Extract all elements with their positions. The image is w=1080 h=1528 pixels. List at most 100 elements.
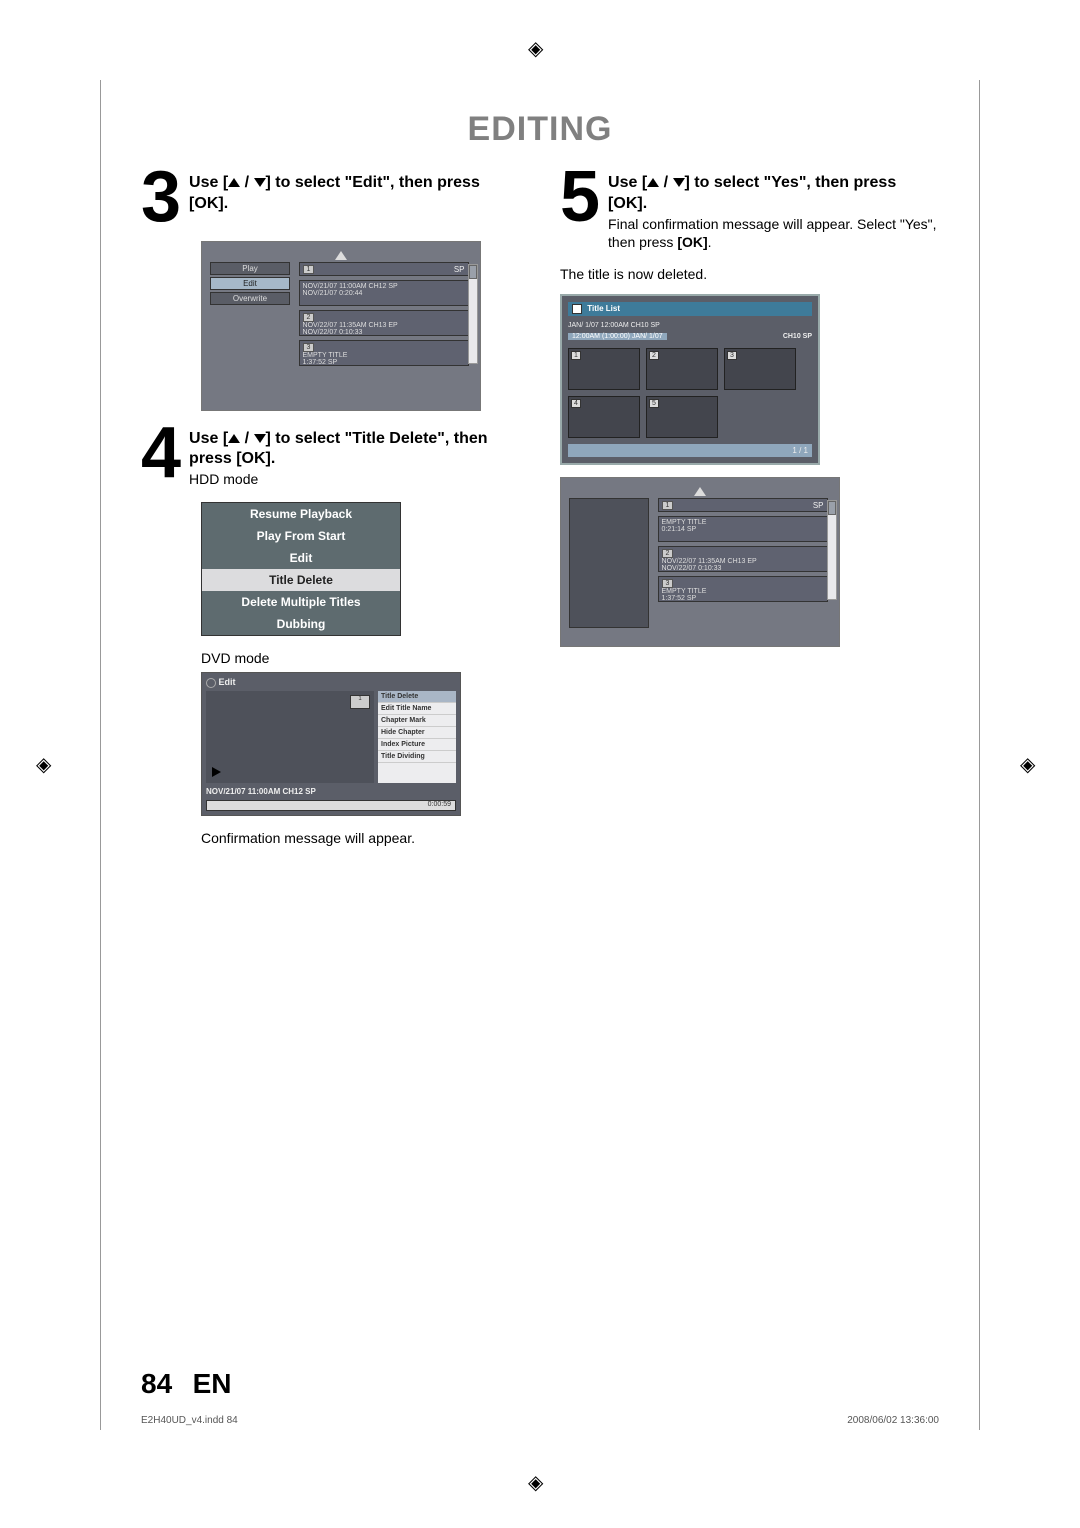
step-4: 4 Use [ / ] to select "Title Delete", th… [141, 425, 520, 489]
ss3-list: 1 SP NOV/21/07 11:00AM CH12 SP NOV/21/07… [299, 262, 469, 370]
dvd-menu-3: Hide Chapter [378, 727, 456, 739]
step-3-mid: / [240, 174, 253, 191]
ss3-row1: NOV/21/07 11:00AM CH12 SP NOV/21/07 0:20… [299, 280, 469, 306]
title-list: Title List JAN/ 1/07 12:00AM CH10 SP 12:… [560, 294, 820, 465]
hdd-menu-item-3: Title Delete [202, 569, 400, 591]
step-5-desc1: Final confirmation message will appear. … [608, 216, 936, 250]
step-3: 3 Use [ / ] to select "Edit", then press… [141, 169, 520, 227]
ss3-tab-overwrite: Overwrite [210, 292, 290, 305]
titlelist-bar-left: 12:00AM (1:00:00) JAN/ 1/07 [568, 333, 667, 340]
ss3-header-row: 1 SP [299, 262, 469, 276]
dvd-edit-top: 1 Title Delete Edit Title Name Chapter M… [206, 691, 456, 783]
up-icon-3 [647, 178, 659, 187]
print-file: E2H40UD_v4.indd 84 [141, 1415, 238, 1426]
up-icon-2 [228, 434, 240, 443]
step-4-sub: HDD mode [189, 470, 520, 488]
hdd-menu-item-5: Dubbing [202, 613, 400, 635]
ss5b-r3l2: 1:37:52 SP [662, 595, 697, 602]
content-columns: 3 Use [ / ] to select "Edit", then press… [141, 169, 939, 852]
hdd-menu: Resume Playback Play From Start Edit Tit… [201, 502, 401, 636]
ss3-arrow-up [210, 250, 472, 262]
ss5b-preview [569, 498, 649, 628]
section-title: EDITING [141, 110, 939, 149]
page-frame: EDITING 3 Use [ / ] to select "Edit", th… [100, 80, 980, 1430]
titlelist-grid: 1 2 3 4 5 [568, 348, 812, 438]
register-mark-top: ◈ [528, 36, 552, 60]
ss5b-r3n: 3 [662, 579, 674, 588]
tl-cell-3: 3 [724, 348, 796, 390]
tl-cell-4: 4 [568, 396, 640, 438]
page-footer: 84 EN [141, 1368, 939, 1400]
tl-n2: 2 [649, 351, 659, 360]
dvd-edit-header: Edit [206, 677, 456, 688]
ss3-r1l2: NOV/21/07 0:20:44 [303, 290, 363, 297]
tl-n1: 1 [571, 351, 581, 360]
down-icon [254, 178, 266, 187]
print-ts: 2008/06/02 13:36:00 [847, 1415, 939, 1426]
register-mark-left: ◈ [36, 752, 60, 776]
ss5b-r2n: 2 [662, 549, 674, 558]
dvd-info: NOV/21/07 11:00AM CH12 SP [206, 787, 456, 796]
step-3-text: Use [ / ] to select "Edit", then press [… [189, 169, 520, 227]
tl-n5: 5 [649, 399, 659, 408]
tl-n4: 4 [571, 399, 581, 408]
down-icon-3 [673, 178, 685, 187]
ss5b-r1l2: 0:21:14 SP [662, 526, 697, 533]
ss5b-r2l1: NOV/22/07 11:35AM CH13 EP [662, 558, 757, 565]
dvd-menu-1: Edit Title Name [378, 703, 456, 715]
tl-cell-1: 1 [568, 348, 640, 390]
dvd-menu-2: Chapter Mark [378, 715, 456, 727]
left-column: 3 Use [ / ] to select "Edit", then press… [141, 169, 520, 852]
dvd-preview: 1 [206, 691, 374, 783]
ss3-r3n: 3 [303, 343, 315, 352]
dvd-timebar: 0:00:59 [206, 800, 456, 811]
step-5-desc: Final confirmation message will appear. … [608, 215, 939, 251]
register-mark-right: ◈ [1020, 752, 1044, 776]
ss3-sp: SP [454, 265, 465, 274]
step-4-before: Use [ [189, 430, 228, 447]
ss3-row3: 3 EMPTY TITLE 1:37:52 SP [299, 340, 469, 366]
ss5b-scrollbar [827, 500, 837, 600]
hdd-icon [572, 304, 582, 314]
step-4-number: 4 [141, 425, 181, 489]
ss3-scrollbar [468, 264, 478, 364]
ss5b-r1n: 1 [662, 501, 674, 510]
hdd-menu-item-1: Play From Start [202, 525, 400, 547]
tl-cell-5: 5 [646, 396, 718, 438]
ss3-scroll-handle [469, 265, 477, 279]
step-5-desc-bold: [OK] [677, 234, 707, 250]
step-4-mid: / [240, 430, 253, 447]
screenshot-step5b: 1 SP EMPTY TITLE 0:21:14 SP 2 NOV/22/07 … [560, 477, 840, 647]
dvd-edit-menu: Title Delete Edit Title Name Chapter Mar… [378, 691, 456, 783]
confirm-message: Confirmation message will appear. [201, 830, 520, 846]
tl-cell-2: 2 [646, 348, 718, 390]
step-5-number: 5 [560, 169, 600, 251]
ss3-preview: Play Edit Overwrite [210, 262, 290, 392]
ss5b-r1l1: EMPTY TITLE [662, 519, 707, 526]
titlelist-bar-right: CH10 SP [783, 333, 812, 340]
step-4-text: Use [ / ] to select "Title Delete", then… [189, 425, 520, 489]
ss5b-header-row: 1 SP [658, 498, 828, 512]
step-5-desc2: . [708, 234, 712, 250]
ss3-r2n: 2 [303, 313, 315, 322]
register-mark-bottom: ◈ [528, 1470, 552, 1494]
up-icon [228, 178, 240, 187]
dvd-menu-4: Index Picture [378, 739, 456, 751]
ss5b-row2: 2 NOV/22/07 11:35AM CH13 EP NOV/22/07 0:… [658, 546, 828, 572]
dvd-mode-caption: DVD mode [201, 650, 520, 666]
ss5b-r2l2: NOV/22/07 0:10:33 [662, 565, 722, 572]
page-number: 84 [141, 1368, 172, 1399]
ss3-tab-play: Play [210, 262, 290, 275]
ss5b-r3l1: EMPTY TITLE [662, 588, 707, 595]
hdd-menu-item-4: Delete Multiple Titles [202, 591, 400, 613]
ss3-r2l1: NOV/22/07 11:35AM CH13 EP [303, 322, 398, 329]
play-icon [212, 767, 221, 777]
ss3-r1l1: NOV/21/07 11:00AM CH12 SP [303, 283, 398, 290]
step-5-mid: / [659, 174, 672, 191]
disc-icon [206, 678, 216, 688]
ss3-r3l2: 1:37:52 SP [303, 359, 338, 366]
titlelist-header-text: Title List [587, 304, 620, 313]
step-3-before: Use [ [189, 174, 228, 191]
ss5b-row1: EMPTY TITLE 0:21:14 SP [658, 516, 828, 542]
ss5b-scroll-handle [828, 501, 836, 515]
